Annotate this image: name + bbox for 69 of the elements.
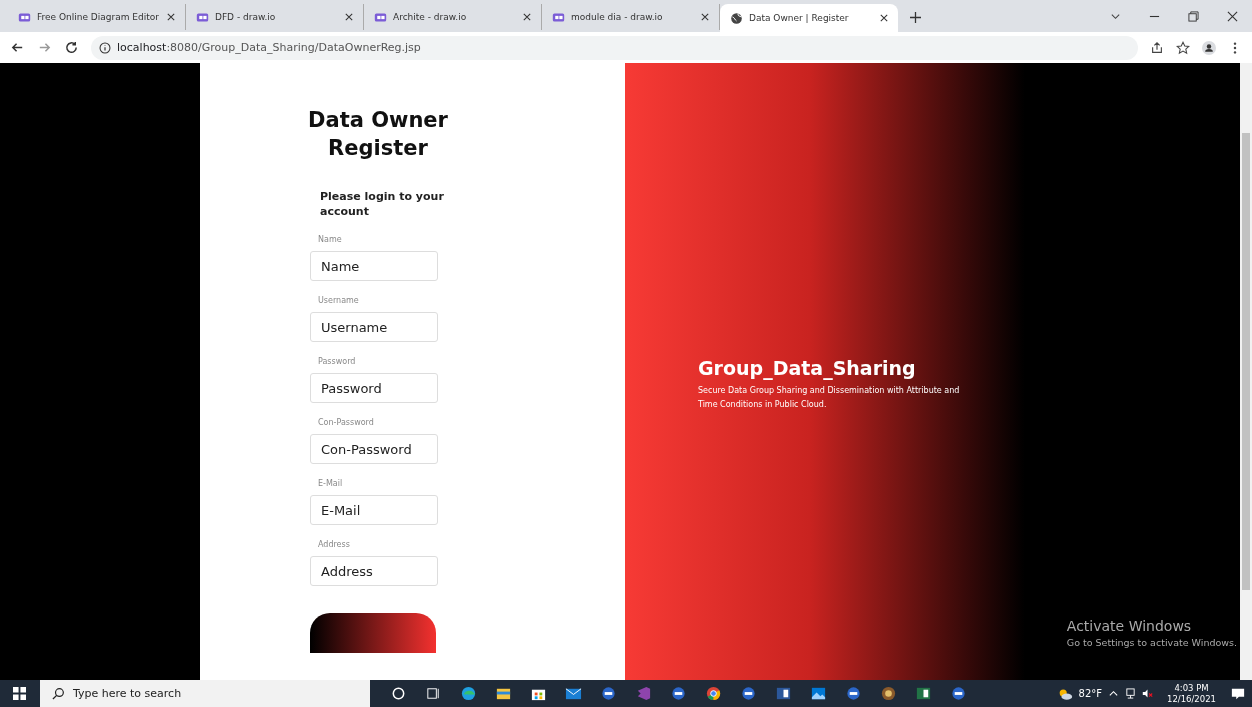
field-label: Con-Password (318, 418, 375, 427)
start-icon[interactable] (13, 687, 26, 700)
drawio-icon[interactable] (374, 10, 387, 24)
drawio-icon[interactable] (18, 10, 31, 24)
activation-title: Activate Windows (1066, 618, 1193, 634)
photo-icon[interactable] (810, 685, 827, 702)
browser-tab[interactable]: Data Owner | Register (720, 4, 898, 32)
task-view-icon[interactable] (425, 685, 442, 702)
edge-icon[interactable] (460, 685, 477, 702)
field-label: Username (318, 296, 360, 305)
mail-icon[interactable] (565, 685, 582, 702)
temperature[interactable]: 82°F (1078, 688, 1102, 699)
globe-icon[interactable] (730, 11, 743, 25)
excel-icon[interactable] (915, 685, 932, 702)
address-field[interactable]: localhost:8080/Group_Data_Sharing/DataOwnerReg.jsp (91, 35, 1138, 60)
scroll-thumb[interactable] (1242, 133, 1250, 590)
input-field[interactable]: Address (310, 556, 438, 586)
new-tab-icon[interactable] (910, 12, 921, 23)
input-field[interactable]: Username (310, 312, 438, 342)
close-icon[interactable] (701, 13, 709, 21)
app-icon[interactable] (845, 685, 862, 702)
network-icon[interactable] (1125, 688, 1136, 699)
input-field[interactable]: Name (310, 251, 438, 281)
app-icon[interactable] (950, 685, 967, 702)
browser-tab[interactable]: Free Online Diagram Editor (8, 4, 186, 30)
activation-text: Go to Settings to activate Windows. (1066, 637, 1237, 648)
info-icon[interactable] (99, 41, 111, 54)
clock[interactable]: 4:03 PM 12/16/2021 (1167, 682, 1216, 705)
app-icon[interactable] (670, 685, 687, 702)
field-label: Address (318, 540, 351, 549)
reload-icon[interactable] (64, 40, 79, 55)
app-icon[interactable] (740, 685, 757, 702)
chevron-up-icon[interactable] (1108, 688, 1119, 699)
chevron-down-icon[interactable] (1110, 11, 1121, 22)
hero-title: Group_Data_Sharing (698, 357, 917, 379)
speaker-icon[interactable] (1142, 688, 1153, 699)
star-icon[interactable] (1176, 40, 1190, 55)
drawio-icon[interactable] (552, 10, 565, 24)
search-icon (52, 687, 65, 700)
share-icon[interactable] (1150, 40, 1164, 55)
hero-description: Secure Data Group Sharing and Dissemination with Attribute and Time Conditions in Public Cloud. (698, 385, 961, 411)
input-field[interactable]: E-Mail (310, 495, 438, 525)
app-icon[interactable] (600, 685, 617, 702)
word-icon[interactable] (775, 685, 792, 702)
form-subtitle: Please login to your account (320, 189, 445, 219)
close-icon[interactable] (523, 13, 531, 21)
browser-tab[interactable]: DFD - draw.io (186, 4, 364, 30)
field-label: Name (318, 235, 343, 244)
circle-icon[interactable] (390, 685, 407, 702)
close-icon[interactable] (1227, 11, 1238, 22)
field-label: Password (318, 357, 357, 366)
close-icon[interactable] (345, 13, 353, 21)
notification-icon[interactable] (1230, 686, 1246, 701)
scrollbar[interactable] (1240, 63, 1252, 680)
close-icon[interactable] (167, 13, 175, 21)
browser-tab[interactable]: Archite - draw.io (364, 4, 542, 30)
taskbar-search-field[interactable]: Type here to search (40, 680, 370, 707)
ribbon-icon[interactable] (635, 685, 652, 702)
emblem-icon[interactable] (880, 685, 897, 702)
chrome-icon[interactable] (705, 685, 722, 702)
field-label: E-Mail (318, 479, 344, 488)
profile-icon[interactable] (1202, 40, 1216, 55)
submit-button[interactable] (310, 613, 436, 653)
input-field[interactable]: Password (310, 373, 438, 403)
input-field[interactable]: Con-Password (310, 434, 438, 464)
close-icon[interactable] (880, 14, 888, 22)
form-title: Data Owner Register (308, 107, 448, 162)
drawio-icon[interactable] (196, 10, 209, 24)
restore-icon[interactable] (1188, 11, 1199, 22)
